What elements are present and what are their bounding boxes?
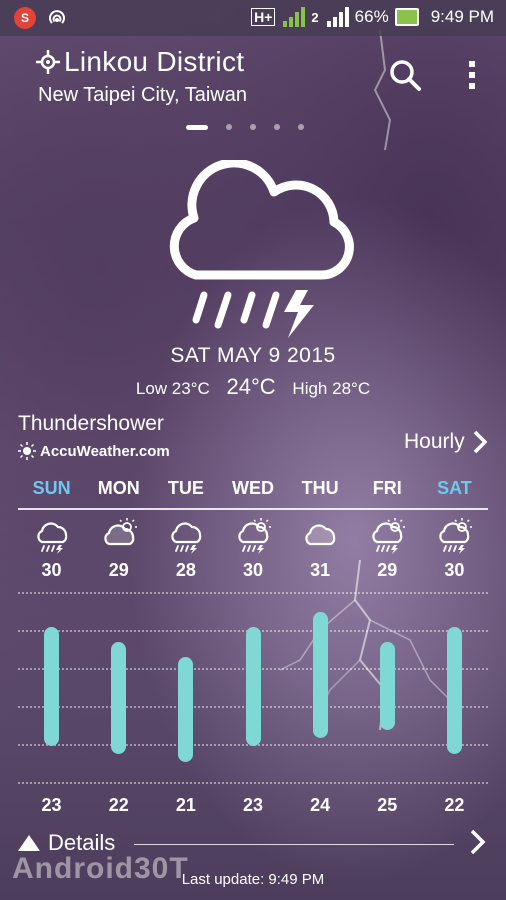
temp-range-bar: [111, 642, 127, 754]
high-temp-value: 29: [377, 560, 398, 580]
triangle-up-icon: [18, 835, 40, 851]
divider: [18, 508, 488, 510]
search-icon[interactable]: [388, 58, 422, 92]
high-temp-value: 31: [310, 560, 331, 580]
day-label: FRI: [372, 478, 402, 498]
temp-range-bar: [245, 627, 261, 746]
day-icon-cell: [152, 518, 219, 554]
day-icon-cell: [219, 518, 286, 554]
low-temp-value: 25: [377, 795, 398, 815]
forecast-days: SUN MON TUE WED THU FRI SAT: [18, 478, 488, 499]
temp-range-bar: [178, 657, 194, 762]
chevron-right-icon: [473, 430, 487, 454]
thunderstorm-icon: [36, 522, 67, 554]
page-indicator: [186, 124, 304, 130]
day-icon-cell: [18, 518, 85, 554]
low-temp-value: 24: [310, 795, 331, 815]
forecast-highs: 30 29 28 30 31 29 30: [18, 560, 488, 581]
sun-thunderstorm-icon: [439, 518, 473, 554]
sun-thunderstorm-icon: [238, 518, 271, 554]
forecast-date: SAT MAY 9 2015: [170, 344, 336, 367]
page-dot-active: [186, 124, 208, 130]
page-dot: [250, 124, 256, 130]
day-label: SUN: [32, 478, 71, 498]
temp-range-bar: [312, 612, 328, 738]
status-time: 9:49 PM: [430, 7, 494, 26]
page-dot: [298, 124, 304, 130]
current-temp: 24°C: [226, 374, 276, 399]
high-temp-value: 30: [41, 560, 62, 580]
low-temp-value: 22: [108, 795, 129, 815]
app-notification-icon: S: [14, 7, 36, 29]
forecast-lows: 23 22 21 23 24 25 22: [18, 795, 488, 816]
day-label: WED: [231, 478, 274, 498]
condition-text: Thundershower: [18, 412, 164, 435]
low-temp-value: 21: [175, 795, 196, 815]
page-dot: [274, 124, 280, 130]
thunderstorm-icon: [169, 160, 354, 338]
network-type: H+: [251, 8, 276, 26]
high-temp-value: 30: [242, 560, 263, 580]
provider-name: AccuWeather.com: [40, 442, 170, 460]
battery-charging-icon: [394, 8, 419, 26]
day-label: TUE: [167, 478, 204, 498]
sim-indicator: 2: [311, 9, 319, 25]
high-temp-value: 28: [175, 560, 196, 580]
day-label: SAT: [437, 478, 472, 498]
accuweather-link[interactable]: AccuWeather.com: [18, 442, 170, 460]
day-label: THU: [301, 478, 339, 498]
region-name: New Taipei City, Taiwan: [38, 84, 247, 106]
low-temp-value: 23: [242, 795, 263, 815]
temperature-range-bars: [18, 590, 488, 790]
forecast-icons: [18, 518, 488, 554]
low-temp-value: 22: [444, 795, 465, 815]
cloudy-icon: [305, 524, 336, 546]
high-temp-value: 30: [444, 560, 465, 580]
day-icon-cell: [287, 518, 354, 554]
status-bar: S H+ 2 66% 9:49 PM: [0, 0, 506, 36]
details-divider: [134, 844, 454, 845]
hourly-label: Hourly: [404, 430, 465, 453]
thunderstorm-icon: [171, 522, 202, 554]
low-temp-value: 23: [41, 795, 62, 815]
wireless-broadcast-icon: [49, 10, 65, 24]
sun-thunderstorm-icon: [372, 518, 406, 554]
chevron-right-icon[interactable]: [468, 828, 488, 856]
hourly-button[interactable]: Hourly: [404, 430, 487, 454]
battery-percent: 66%: [354, 7, 389, 26]
last-update: Last update: 9:49 PM: [181, 871, 325, 888]
partly-cloudy-icon: [104, 518, 137, 546]
city-name[interactable]: Linkou District: [64, 46, 244, 78]
page-dot: [226, 124, 232, 130]
high-temp-value: 29: [108, 560, 129, 580]
temp-range-bar: [44, 627, 60, 746]
high-temp: High 28°C: [292, 379, 371, 398]
location-target-icon: [36, 50, 60, 74]
signal-icon: [283, 7, 306, 27]
low-temp: Low 23°C: [135, 379, 210, 398]
sun-icon: [18, 442, 36, 460]
day-label: MON: [97, 478, 140, 498]
temp-range-bar: [379, 642, 395, 730]
signal-icon-secondary: [326, 7, 349, 27]
temperature-summary: Low 23°C 24°C High 28°C: [0, 374, 506, 400]
day-icon-cell: [85, 518, 152, 554]
day-icon-cell: [354, 518, 421, 554]
temp-range-bar: [446, 627, 462, 754]
day-icon-cell: [421, 518, 488, 554]
overflow-menu-icon[interactable]: [462, 60, 482, 90]
